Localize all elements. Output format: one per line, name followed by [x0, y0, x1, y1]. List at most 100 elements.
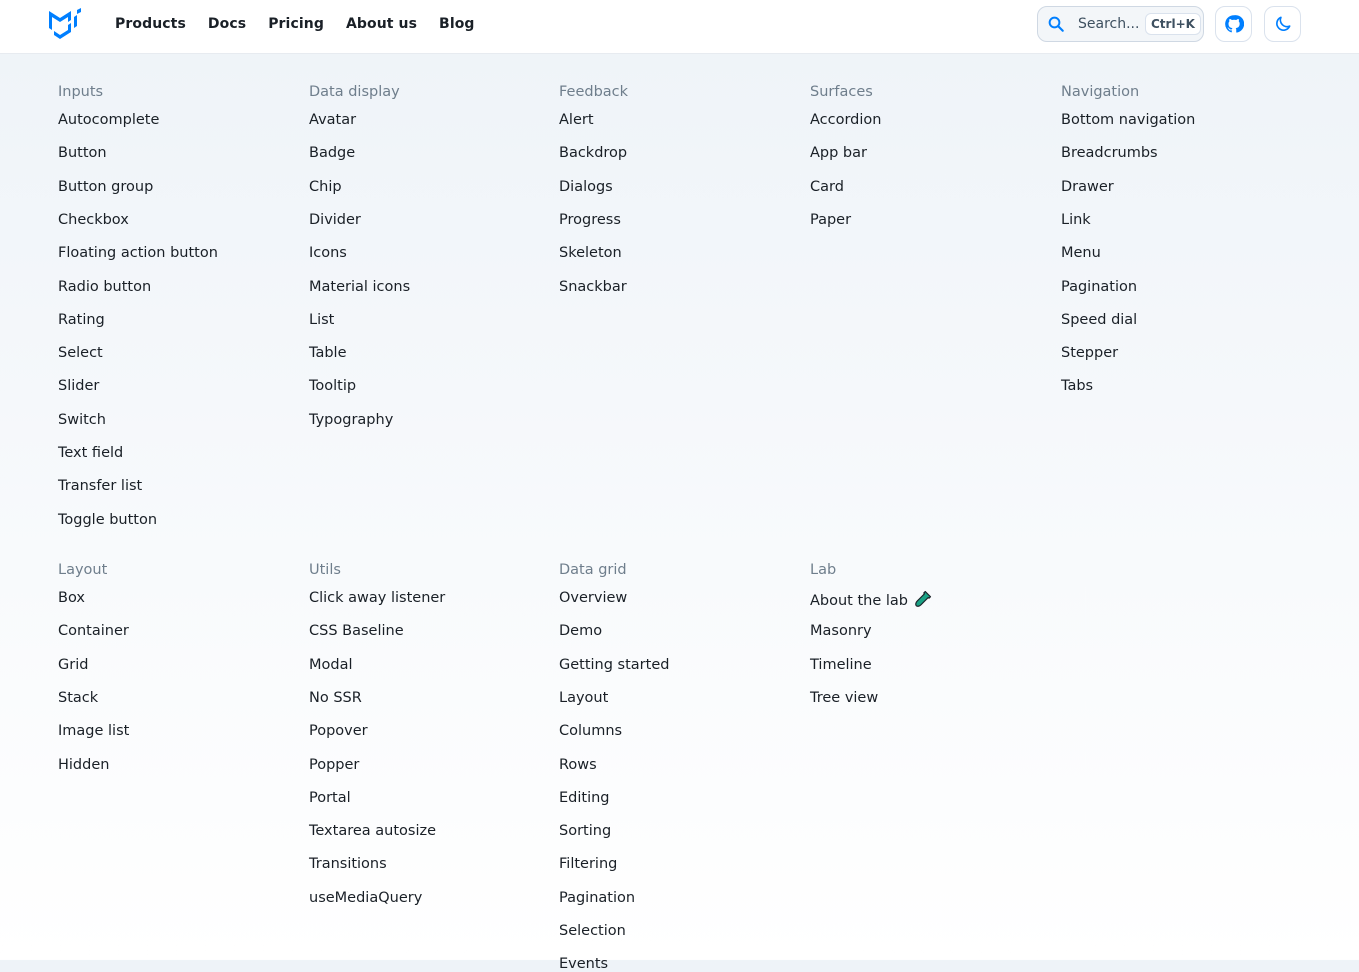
- menu-link-badge[interactable]: Badge: [309, 145, 355, 161]
- menu-link-alert[interactable]: Alert: [559, 112, 594, 128]
- nav-about-us[interactable]: About us: [346, 16, 417, 32]
- menu-link-avatar[interactable]: Avatar: [309, 112, 356, 128]
- menu-link-columns[interactable]: Columns: [559, 723, 622, 739]
- menu-link-autocomplete[interactable]: Autocomplete: [58, 112, 159, 128]
- menu-link-radio-button[interactable]: Radio button: [58, 279, 151, 295]
- menu-link-usemediaquery[interactable]: useMediaQuery: [309, 890, 422, 906]
- menu-link-box[interactable]: Box: [58, 590, 85, 606]
- menu-link-label: Image list: [58, 723, 130, 739]
- menu-link-stack[interactable]: Stack: [58, 690, 98, 706]
- menu-link-paper[interactable]: Paper: [810, 212, 851, 228]
- mui-logo-icon[interactable]: [48, 8, 84, 40]
- menu-link-sorting[interactable]: Sorting: [559, 823, 611, 839]
- menu-link-label: Chip: [309, 179, 342, 195]
- menu-link-image-list[interactable]: Image list: [58, 723, 129, 739]
- nav-blog[interactable]: Blog: [439, 16, 475, 32]
- menu-link-label: Progress: [559, 212, 621, 228]
- dark-mode-toggle[interactable]: [1264, 6, 1301, 42]
- menu-link-divider[interactable]: Divider: [309, 212, 361, 228]
- menu-link-select[interactable]: Select: [58, 345, 103, 361]
- menu-link-progress[interactable]: Progress: [559, 212, 621, 228]
- category-title: Surfaces: [810, 84, 873, 100]
- menu-link-about-the-lab[interactable]: About the lab: [810, 590, 932, 609]
- menu-link-checkbox[interactable]: Checkbox: [58, 212, 129, 228]
- menu-link-backdrop[interactable]: Backdrop: [559, 145, 627, 161]
- menu-link-transitions[interactable]: Transitions: [309, 856, 387, 872]
- nav-docs[interactable]: Docs: [208, 16, 246, 32]
- menu-link-snackbar[interactable]: Snackbar: [559, 279, 627, 295]
- menu-link-events[interactable]: Events: [559, 956, 608, 972]
- menu-link-label: Columns: [559, 723, 623, 739]
- menu-link-label: Layout: [559, 690, 609, 706]
- menu-link-button[interactable]: Button: [58, 145, 107, 161]
- menu-link-grid[interactable]: Grid: [58, 657, 88, 673]
- menu-link-switch[interactable]: Switch: [58, 412, 106, 428]
- menu-link-speed-dial[interactable]: Speed dial: [1061, 312, 1137, 328]
- menu-link-click-away-listener[interactable]: Click away listener: [309, 590, 445, 606]
- menu-link-tooltip[interactable]: Tooltip: [309, 378, 356, 394]
- menu-link-floating-action-button[interactable]: Floating action button: [58, 245, 218, 261]
- menu-link-label: Stepper: [1061, 345, 1119, 361]
- menu-link-popover[interactable]: Popover: [309, 723, 368, 739]
- menu-link-menu[interactable]: Menu: [1061, 245, 1101, 261]
- menu-link-list[interactable]: List: [309, 312, 334, 328]
- menu-link-demo[interactable]: Demo: [559, 623, 602, 639]
- menu-link-rows[interactable]: Rows: [559, 757, 597, 773]
- menu-link-hidden[interactable]: Hidden: [58, 757, 109, 773]
- github-button[interactable]: [1215, 6, 1252, 42]
- menu-link-chip[interactable]: Chip: [309, 179, 342, 195]
- menu-link-filtering[interactable]: Filtering: [559, 856, 617, 872]
- menu-link-timeline[interactable]: Timeline: [810, 657, 872, 673]
- menu-link-stepper[interactable]: Stepper: [1061, 345, 1118, 361]
- menu-link-portal[interactable]: Portal: [309, 790, 351, 806]
- menu-link-modal[interactable]: Modal: [309, 657, 353, 673]
- menu-link-pagination[interactable]: Pagination: [1061, 279, 1137, 295]
- menu-link-dialogs[interactable]: Dialogs: [559, 179, 613, 195]
- menu-link-css-baseline[interactable]: CSS Baseline: [309, 623, 404, 639]
- menu-link-getting-started[interactable]: Getting started: [559, 657, 669, 673]
- nav-products[interactable]: Products: [115, 16, 186, 32]
- nav-pricing[interactable]: Pricing: [268, 16, 324, 32]
- menu-link-overview[interactable]: Overview: [559, 590, 627, 606]
- menu-link-transfer-list[interactable]: Transfer list: [58, 478, 142, 494]
- menu-link-label: Events: [559, 956, 609, 972]
- menu-link-link[interactable]: Link: [1061, 212, 1091, 228]
- menu-link-label: Bottom navigation: [1061, 112, 1196, 128]
- menu-link-textarea-autosize[interactable]: Textarea autosize: [309, 823, 436, 839]
- menu-link-selection[interactable]: Selection: [559, 923, 626, 939]
- menu-link-masonry[interactable]: Masonry: [810, 623, 872, 639]
- menu-link-label: Portal: [309, 790, 351, 806]
- menu-link-toggle-button[interactable]: Toggle button: [58, 512, 157, 528]
- menu-link-icons[interactable]: Icons: [309, 245, 347, 261]
- menu-link-label: Pagination: [559, 890, 636, 906]
- menu-link-card[interactable]: Card: [810, 179, 844, 195]
- menu-link-pagination[interactable]: Pagination: [559, 890, 635, 906]
- search-shortcut: Ctrl+K: [1145, 13, 1201, 35]
- menu-link-drawer[interactable]: Drawer: [1061, 179, 1114, 195]
- menu-link-label: Material icons: [309, 279, 411, 295]
- menu-link-accordion[interactable]: Accordion: [810, 112, 881, 128]
- menu-link-table[interactable]: Table: [309, 345, 347, 361]
- menu-link-label: Breadcrumbs: [1061, 145, 1158, 161]
- menu-link-editing[interactable]: Editing: [559, 790, 610, 806]
- menu-link-button-group[interactable]: Button group: [58, 179, 153, 195]
- menu-link-container[interactable]: Container: [58, 623, 129, 639]
- menu-link-skeleton[interactable]: Skeleton: [559, 245, 622, 261]
- menu-link-breadcrumbs[interactable]: Breadcrumbs: [1061, 145, 1158, 161]
- search-button[interactable]: Search... Ctrl+K: [1037, 6, 1204, 42]
- menu-link-tree-view[interactable]: Tree view: [810, 690, 878, 706]
- menu-link-slider[interactable]: Slider: [58, 378, 99, 394]
- menu-link-bottom-navigation[interactable]: Bottom navigation: [1061, 112, 1195, 128]
- menu-link-text-field[interactable]: Text field: [58, 445, 123, 461]
- menu-link-app-bar[interactable]: App bar: [810, 145, 867, 161]
- menu-link-tabs[interactable]: Tabs: [1061, 378, 1093, 394]
- menu-link-label: Drawer: [1061, 179, 1114, 195]
- menu-link-layout[interactable]: Layout: [559, 690, 608, 706]
- menu-link-label: Container: [58, 623, 129, 639]
- menu-link-popper[interactable]: Popper: [309, 757, 359, 773]
- menu-link-no-ssr[interactable]: No SSR: [309, 690, 362, 706]
- menu-link-rating[interactable]: Rating: [58, 312, 105, 328]
- menu-link-material-icons[interactable]: Material icons: [309, 279, 410, 295]
- github-icon: [1224, 15, 1244, 33]
- menu-link-typography[interactable]: Typography: [309, 412, 393, 428]
